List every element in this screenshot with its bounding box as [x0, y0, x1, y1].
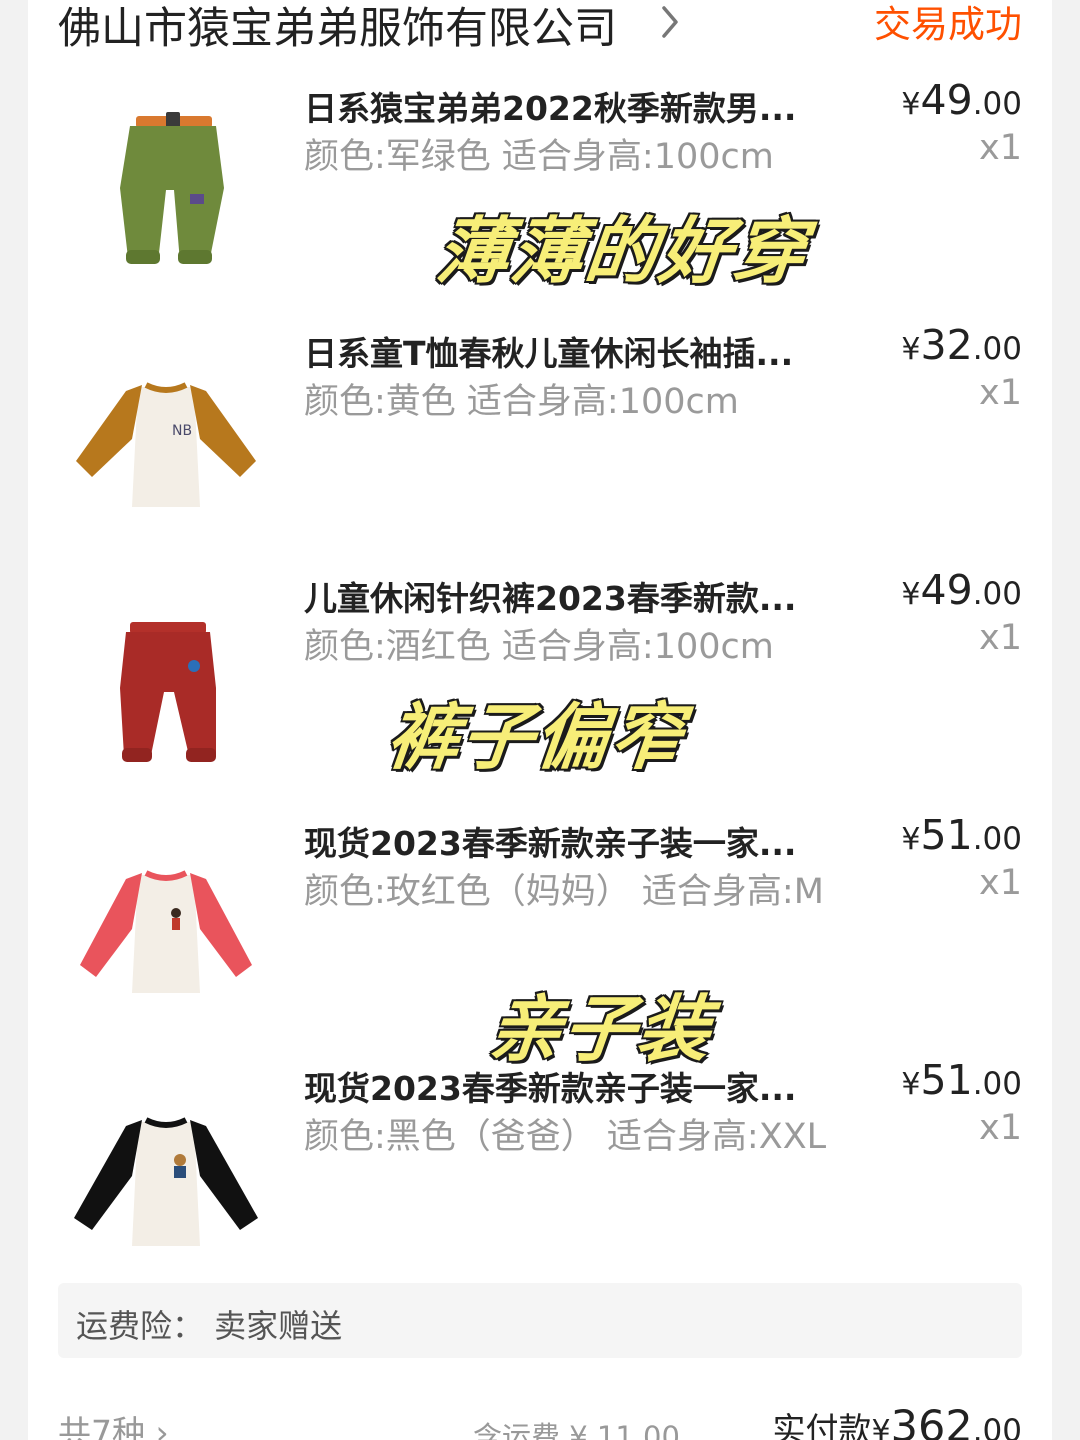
item-spec: 颜色:黑色（爸爸） 适合身高:XXL	[304, 1117, 827, 1157]
item-price: ¥51.00	[901, 811, 1022, 859]
shipping-insurance-text: 运费险： 卖家赠送	[76, 1307, 343, 1345]
order-item[interactable]: 现货2023春季新款亲子装一家... 颜色:黑色（爸爸） 适合身高:XXL ¥5…	[28, 1056, 1052, 1282]
item-spec: 颜色:玫红色（妈妈） 适合身高:M	[304, 872, 824, 912]
sticker-caption: 亲子装	[483, 986, 717, 1073]
item-count-link[interactable]: 共7种 ›	[58, 1406, 169, 1440]
item-price: ¥51.00	[901, 1056, 1022, 1104]
item-price: ¥49.00	[901, 76, 1022, 124]
item-title[interactable]: 现货2023春季新款亲子装一家...	[304, 817, 864, 865]
item-title[interactable]: 日系童T恤春秋儿童休闲长袖插...	[304, 327, 864, 375]
item-spec: 颜色:酒红色 适合身高:100cm	[304, 627, 774, 667]
item-quantity: x1	[979, 373, 1022, 413]
order-status: 交易成功	[874, 3, 1022, 46]
item-spec: 颜色:军绿色 适合身高:100cm	[304, 137, 774, 177]
order-footer: 共7种 › 含运费 ¥ 11.00 实付款¥362.00	[58, 1396, 1022, 1440]
paid-total: 实付款¥362.00	[772, 1402, 1022, 1440]
item-quantity: x1	[979, 863, 1022, 903]
svg-text:NB: NB	[172, 423, 192, 439]
item-price: ¥49.00	[901, 566, 1022, 614]
chevron-right-icon[interactable]	[660, 4, 680, 40]
yellow-raglan-tee-icon[interactable]: NB	[66, 343, 266, 533]
green-pants-icon[interactable]	[66, 98, 266, 288]
pink-raglan-tee-icon[interactable]	[66, 833, 266, 1023]
item-title[interactable]: 儿童休闲针织裤2023春季新款...	[304, 572, 864, 620]
order-card: 佛山市猿宝弟弟服饰有限公司 交易成功 日系猿宝弟弟2022秋季新款男... 颜色…	[28, 0, 1052, 1440]
shop-header[interactable]: 佛山市猿宝弟弟服饰有限公司 交易成功	[58, 0, 1022, 54]
sticker-caption: 薄薄的好穿	[431, 208, 813, 295]
item-quantity: x1	[979, 128, 1022, 168]
item-spec: 颜色:黄色 适合身高:100cm	[304, 382, 739, 422]
item-title[interactable]: 日系猿宝弟弟2022秋季新款男...	[304, 82, 864, 130]
sticker-caption: 裤子偏窄	[381, 694, 689, 781]
red-pants-icon[interactable]	[66, 588, 266, 778]
shop-name[interactable]: 佛山市猿宝弟弟服饰有限公司	[58, 0, 617, 56]
shipping-insurance-bar: 运费险： 卖家赠送	[58, 1283, 1022, 1358]
item-price: ¥32.00	[901, 321, 1022, 369]
shipping-fee: 含运费 ¥ 11.00	[473, 1420, 680, 1440]
order-item[interactable]: NB 日系童T恤春秋儿童休闲长袖插... 颜色:黄色 适合身高:100cm ¥3…	[28, 321, 1052, 547]
item-quantity: x1	[979, 1108, 1022, 1148]
black-raglan-tee-icon[interactable]	[66, 1078, 266, 1268]
item-quantity: x1	[979, 618, 1022, 658]
